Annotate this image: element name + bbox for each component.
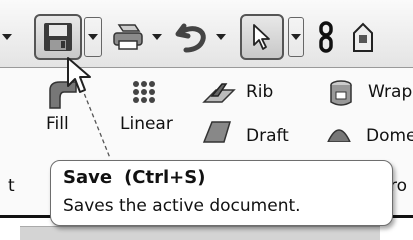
tooltip-command-name: Save	[63, 167, 113, 188]
dome-icon	[327, 129, 351, 142]
tooltip-description: Saves the active document.	[63, 196, 301, 216]
linear-pattern-label[interactable]: Linear	[120, 114, 173, 134]
rebuild-icon	[319, 21, 333, 53]
print-icon	[113, 24, 143, 50]
undo-button[interactable]	[172, 14, 212, 60]
rib-label[interactable]: Rib	[246, 82, 273, 102]
wrap-label[interactable]: Wrap	[368, 82, 412, 102]
draft-icon	[202, 121, 232, 143]
wrap-icon	[330, 80, 352, 106]
select-button[interactable]	[240, 14, 284, 60]
tooltip-title: Save (Ctrl+S)	[63, 167, 380, 188]
print-button[interactable]	[108, 14, 148, 60]
undo-icon	[175, 23, 206, 53]
quick-access-toolbar	[0, 0, 413, 68]
save-icon	[44, 23, 72, 51]
select-arrow-icon	[253, 24, 270, 50]
rib-icon	[202, 83, 236, 103]
select-dropdown[interactable]	[288, 17, 304, 57]
undo-dropdown[interactable]	[214, 14, 228, 60]
tooltip-shortcut: (Ctrl+S)	[124, 167, 206, 188]
mouse-pointer-icon	[67, 57, 91, 93]
save-dropdown[interactable]	[84, 17, 102, 57]
dome-label[interactable]: Dome	[366, 126, 413, 146]
rebuild-button[interactable]	[312, 14, 340, 60]
print-dropdown[interactable]	[150, 14, 164, 60]
toolbar-dropdown-left[interactable]	[0, 14, 14, 60]
application-window: Fill Linear Rib Wrap Draft Dome t ro Sav…	[0, 0, 413, 240]
save-tooltip: Save (Ctrl+S) Saves the active document.	[50, 160, 393, 226]
save-button[interactable]	[34, 14, 82, 60]
draft-label[interactable]: Draft	[246, 126, 289, 146]
options-icon	[353, 22, 373, 52]
options-button[interactable]	[346, 14, 380, 60]
linear-pattern-icon	[133, 81, 155, 103]
feature-tree-bar	[20, 226, 380, 240]
left-edge-label: t	[8, 176, 15, 196]
